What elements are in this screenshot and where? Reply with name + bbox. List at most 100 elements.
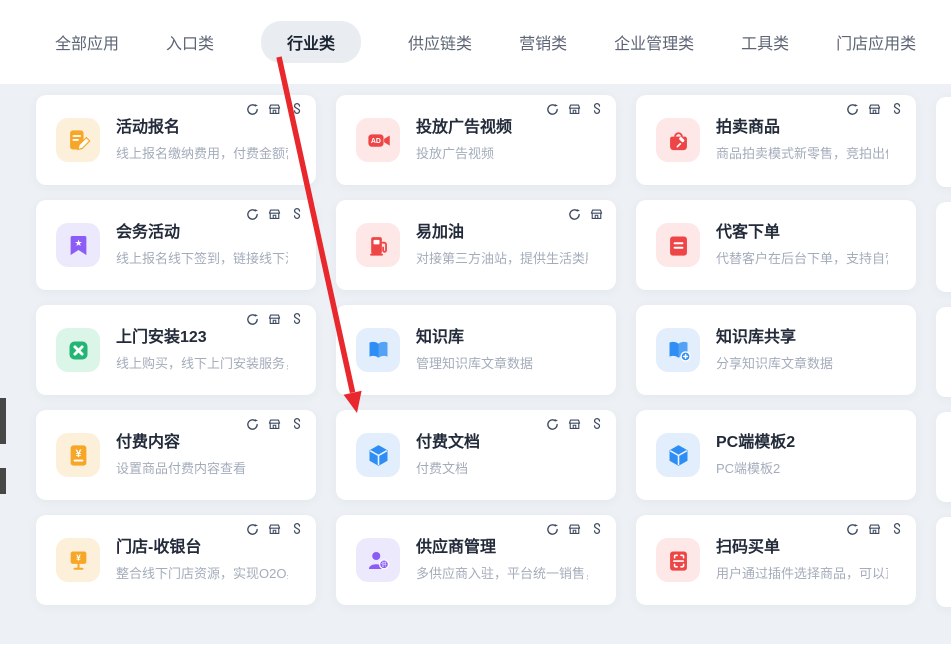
app-card-supplier-mgmt[interactable]: 供供应商管理多供应商入驻，平台统一销售，商...: [336, 515, 616, 605]
app-card-desc: 线上报名线下签到，链接线下活动。: [116, 248, 288, 267]
app-card-desc: 代替客户在后台下单，支持自营，...: [716, 248, 888, 267]
app-card-desc: 用户通过插件选择商品，可以直接...: [716, 563, 888, 582]
card-action-bar: [245, 102, 304, 117]
app-card-desc: 管理知识库文章数据: [416, 353, 533, 372]
link-icon[interactable]: [589, 102, 604, 117]
app-card-desc: 设置商品付费内容查看: [116, 458, 246, 477]
link-icon[interactable]: [589, 522, 604, 537]
scan-clipboard-icon: [656, 538, 700, 582]
app-card-knowledge-base[interactable]: 知识库管理知识库文章数据: [336, 305, 616, 395]
app-card-pc-template2[interactable]: PC端模板2PC端模板2: [636, 410, 916, 500]
tab-supply-chain[interactable]: 供应链类: [408, 21, 472, 63]
app-card-scan-pay[interactable]: 扫码买单用户通过插件选择商品，可以直接...: [636, 515, 916, 605]
app-card-conference-activity[interactable]: ★会务活动线上报名线下签到，链接线下活动。: [36, 200, 316, 290]
card-action-bar: [245, 417, 304, 432]
person-badge-icon: 供: [356, 538, 400, 582]
svg-text:供: 供: [381, 560, 387, 568]
cash-register-icon: ¥: [56, 538, 100, 582]
app-card-valet-order[interactable]: 代客下单代替客户在后台下单，支持自营，...: [636, 200, 916, 290]
sync-icon[interactable]: [845, 102, 860, 117]
shop-icon[interactable]: [867, 522, 882, 537]
tab-enterprise-mgmt[interactable]: 企业管理类: [614, 21, 694, 63]
app-card-desc: 对接第三方油站，提供生活类服务。: [416, 248, 588, 267]
card-action-bar: [245, 207, 304, 222]
gas-pump-icon: [356, 223, 400, 267]
app-card-paid-content[interactable]: ¥付费内容设置商品付费内容查看: [36, 410, 316, 500]
app-card-title: 投放广告视频: [416, 118, 512, 137]
svg-text:★: ★: [74, 239, 82, 249]
app-card-partial[interactable]: [936, 202, 951, 292]
app-card-store-cashier[interactable]: ¥门店-收银台整合线下门店资源，实现O2O异业...: [36, 515, 316, 605]
sync-icon[interactable]: [545, 522, 560, 537]
shop-icon[interactable]: [567, 417, 582, 432]
card-action-bar: [545, 522, 604, 537]
sync-icon[interactable]: [245, 417, 260, 432]
sync-icon[interactable]: [245, 102, 260, 117]
app-card-title: 代客下单: [716, 223, 888, 242]
app-card-desc: 商品拍卖模式新零售，竞拍出价得...: [716, 143, 888, 162]
bottom-strip: [0, 644, 951, 667]
app-card-partial[interactable]: [936, 307, 951, 397]
category-tabbar: 全部应用入口类行业类供应链类营销类企业管理类工具类门店应用类抖音类应用: [0, 0, 951, 84]
shop-icon[interactable]: [267, 312, 282, 327]
app-card-activity-signup[interactable]: 活动报名线上报名缴纳费用，付费金额营销...: [36, 95, 316, 185]
sync-icon[interactable]: [245, 522, 260, 537]
tab-marketing[interactable]: 营销类: [519, 21, 567, 63]
shop-icon[interactable]: [567, 102, 582, 117]
sync-icon[interactable]: [245, 312, 260, 327]
tab-store-apps[interactable]: 门店应用类: [836, 21, 916, 63]
shop-icon[interactable]: [267, 207, 282, 222]
app-card-title: 付费文档: [416, 433, 480, 452]
app-card-desc: 多供应商入驻，平台统一销售，商...: [416, 563, 588, 582]
link-icon[interactable]: [289, 102, 304, 117]
link-icon[interactable]: [889, 522, 904, 537]
app-card-title: 门店-收银台: [116, 538, 288, 557]
shop-icon[interactable]: [867, 102, 882, 117]
app-card-desc: 投放广告视频: [416, 143, 512, 162]
card-action-bar: [845, 102, 904, 117]
app-card-auction-goods[interactable]: 拍卖商品商品拍卖模式新零售，竞拍出价得...: [636, 95, 916, 185]
app-card-title: 上门安装123: [116, 328, 288, 347]
shop-icon[interactable]: [267, 417, 282, 432]
sync-icon[interactable]: [545, 417, 560, 432]
app-card-paid-doc[interactable]: 付费文档付费文档: [336, 410, 616, 500]
link-icon[interactable]: [289, 312, 304, 327]
app-card-ad-video[interactable]: AD 投放广告视频投放广告视频: [336, 95, 616, 185]
app-card-door-install[interactable]: 上门安装123线上购买，线下上门安装服务，核...: [36, 305, 316, 395]
sync-icon[interactable]: [567, 207, 582, 222]
app-card-partial[interactable]: [936, 412, 951, 502]
shop-icon[interactable]: [267, 522, 282, 537]
app-card-title: 扫码买单: [716, 538, 888, 557]
doc-yen-icon: ¥: [56, 433, 100, 477]
link-icon[interactable]: [889, 102, 904, 117]
card-action-bar: [245, 522, 304, 537]
app-card-partial[interactable]: [936, 517, 951, 607]
link-icon[interactable]: [289, 417, 304, 432]
shop-icon[interactable]: [267, 102, 282, 117]
card-action-bar: [567, 207, 604, 222]
tab-all-apps[interactable]: 全部应用: [55, 21, 119, 63]
link-icon[interactable]: [589, 417, 604, 432]
tab-tools[interactable]: 工具类: [741, 21, 789, 63]
sync-icon[interactable]: [545, 102, 560, 117]
shop-icon[interactable]: [589, 207, 604, 222]
tab-industry[interactable]: 行业类: [261, 21, 361, 63]
app-card-desc: 付费文档: [416, 458, 480, 477]
card-action-bar: [845, 522, 904, 537]
app-card-partial[interactable]: [936, 97, 951, 187]
card-action-bar: [545, 417, 604, 432]
open-book-icon: [356, 328, 400, 372]
app-card-knowledge-share[interactable]: 知识库共享分享知识库文章数据: [636, 305, 916, 395]
link-icon[interactable]: [289, 207, 304, 222]
doc-pen-icon: [56, 118, 100, 162]
app-card-title: 拍卖商品: [716, 118, 888, 137]
app-card-easy-refuel[interactable]: 易加油对接第三方油站，提供生活类服务。: [336, 200, 616, 290]
app-card-title: 易加油: [416, 223, 588, 242]
ad-camera-icon: AD: [356, 118, 400, 162]
sync-icon[interactable]: [245, 207, 260, 222]
svg-text:AD: AD: [370, 137, 380, 144]
shop-icon[interactable]: [567, 522, 582, 537]
link-icon[interactable]: [289, 522, 304, 537]
sync-icon[interactable]: [845, 522, 860, 537]
tab-entry[interactable]: 入口类: [166, 21, 214, 63]
